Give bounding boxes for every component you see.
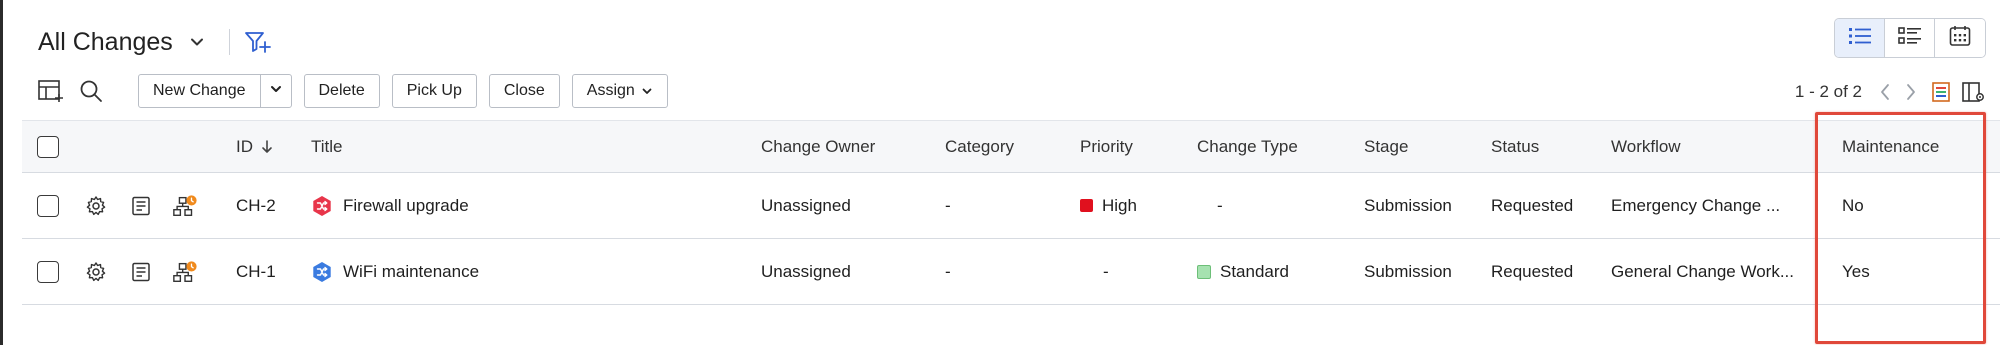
- select-all-cell: [37, 121, 59, 172]
- column-label-id: ID: [236, 136, 253, 156]
- view-switcher: [1834, 18, 1986, 58]
- chevron-down-icon: [641, 85, 653, 97]
- delete-button[interactable]: Delete: [303, 74, 380, 108]
- row-owner: Unassigned: [761, 195, 851, 215]
- change-type-indicator: [1197, 264, 1211, 279]
- row-maintenance: Yes: [1842, 261, 1870, 281]
- header-divider: [228, 29, 230, 55]
- detail-list-view-icon: [1897, 25, 1923, 52]
- table-row[interactable]: CH-2 Firewall upgrade Unassigned - High …: [22, 173, 2000, 239]
- row-status: Requested: [1491, 195, 1574, 215]
- row-owner: Unassigned: [761, 261, 851, 281]
- column-header-priority[interactable]: Priority: [1080, 121, 1133, 172]
- sort-down-icon: [261, 139, 273, 155]
- row-stage: Submission: [1364, 195, 1452, 215]
- row-title: WiFi maintenance: [343, 261, 480, 281]
- chevron-down-icon: [269, 82, 283, 101]
- new-change-dropdown[interactable]: [261, 75, 291, 107]
- table-settings-icon[interactable]: [36, 76, 66, 106]
- row-title-link[interactable]: WiFi maintenance: [311, 239, 479, 304]
- row-workflow-cell: [172, 173, 198, 238]
- column-header-id[interactable]: ID: [236, 121, 273, 172]
- column-header-title[interactable]: Title: [311, 121, 343, 172]
- row-category: -: [945, 195, 951, 215]
- view-title[interactable]: All Changes: [38, 28, 173, 57]
- filter-add-icon[interactable]: [242, 27, 272, 57]
- row-status: Requested: [1491, 261, 1574, 281]
- row-maintenance: No: [1842, 195, 1864, 215]
- list-view-button[interactable]: [1835, 19, 1885, 57]
- changes-table: ID Title Change Owner Category Priority …: [22, 120, 2000, 305]
- page-range: 1 - 2 of 2: [1794, 82, 1862, 101]
- action-toolbar: New Change Delete Pick Up Close Assign: [36, 74, 680, 108]
- gear-icon[interactable]: [83, 259, 109, 285]
- view-header: All Changes: [38, 22, 272, 62]
- row-priority: High: [1080, 173, 1137, 238]
- change-type-icon: [311, 195, 333, 217]
- row-priority-label: High: [1102, 195, 1137, 215]
- gear-icon[interactable]: [83, 193, 109, 219]
- row-id: CH-2: [236, 195, 276, 215]
- notes-icon[interactable]: [128, 193, 154, 219]
- row-checkbox[interactable]: [37, 194, 59, 217]
- row-select-cell: [37, 173, 59, 238]
- row-change-type: Standard: [1197, 239, 1289, 304]
- row-priority: -: [1103, 261, 1109, 281]
- workflow-icon[interactable]: [172, 259, 198, 285]
- row-workflow-cell: [172, 239, 198, 304]
- calendar-view-button[interactable]: [1935, 19, 1985, 57]
- calendar-view-icon: [1948, 24, 1972, 53]
- row-id: CH-1: [236, 261, 276, 281]
- row-settings-cell: [83, 239, 109, 304]
- row-notes-cell: [128, 173, 154, 238]
- column-header-stage[interactable]: Stage: [1364, 121, 1408, 172]
- window-left-border: [0, 0, 3, 345]
- chevron-down-icon[interactable]: [187, 32, 207, 52]
- row-change-type: -: [1217, 195, 1223, 215]
- pagination: 1 - 2 of 2: [1795, 78, 1986, 106]
- table-header-row: ID Title Change Owner Category Priority …: [22, 120, 2000, 173]
- table-row[interactable]: CH-1 WiFi maintenance Unassigned - - Sta…: [22, 239, 2000, 305]
- row-select-cell: [37, 239, 59, 304]
- change-type-icon: [311, 261, 333, 283]
- priority-indicator: [1080, 199, 1093, 212]
- row-checkbox[interactable]: [37, 260, 59, 283]
- detail-list-view-button[interactable]: [1885, 19, 1935, 57]
- list-view-icon: [1847, 25, 1873, 52]
- column-header-change-type[interactable]: Change Type: [1197, 121, 1298, 172]
- column-header-workflow[interactable]: Workflow: [1611, 121, 1681, 172]
- notes-icon[interactable]: [128, 259, 154, 285]
- column-header-maintenance[interactable]: Maintenance: [1842, 121, 1939, 172]
- search-icon[interactable]: [76, 76, 106, 106]
- row-workflow: Emergency Change ...: [1611, 195, 1781, 215]
- row-category: -: [945, 261, 951, 281]
- export-icon[interactable]: [1928, 79, 1954, 105]
- chevron-right-icon[interactable]: [1898, 79, 1924, 105]
- close-button[interactable]: Close: [488, 74, 560, 108]
- new-change-split-button: New Change: [138, 74, 292, 108]
- column-header-category[interactable]: Category: [945, 121, 1014, 172]
- row-stage: Submission: [1364, 261, 1452, 281]
- row-notes-cell: [128, 239, 154, 304]
- chevron-left-icon[interactable]: [1872, 79, 1898, 105]
- new-change-button[interactable]: New Change: [139, 75, 261, 107]
- workflow-icon[interactable]: [172, 193, 198, 219]
- row-settings-cell: [83, 173, 109, 238]
- select-all-checkbox[interactable]: [37, 135, 59, 158]
- pick-up-button[interactable]: Pick Up: [391, 74, 477, 108]
- column-chooser-icon[interactable]: [1960, 79, 1986, 105]
- row-workflow: General Change Work...: [1611, 261, 1794, 281]
- row-title: Firewall upgrade: [343, 195, 469, 215]
- column-header-status[interactable]: Status: [1491, 121, 1539, 172]
- column-header-owner[interactable]: Change Owner: [761, 121, 875, 172]
- assign-label: Assign: [586, 82, 635, 99]
- row-title-link[interactable]: Firewall upgrade: [311, 173, 469, 238]
- assign-button[interactable]: Assign: [571, 74, 668, 108]
- row-change-type-label: Standard: [1220, 261, 1289, 281]
